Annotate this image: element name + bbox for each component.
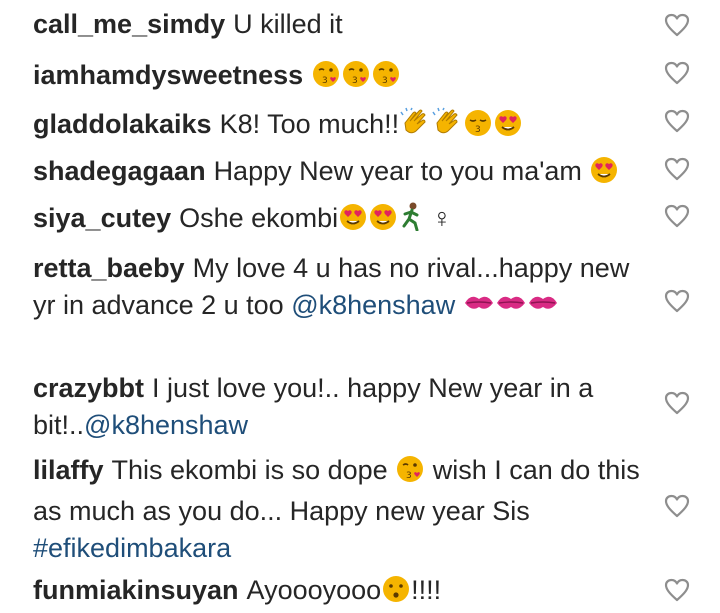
kiss-mark-emoji <box>463 288 495 328</box>
heart-outline-icon[interactable] <box>664 391 690 415</box>
heart-eyes-emoji <box>493 107 523 147</box>
heart-eyes-emoji <box>589 154 619 194</box>
heart-eyes-emoji <box>338 201 368 241</box>
heart-outline-icon[interactable] <box>664 13 690 37</box>
emoji-group <box>463 290 559 320</box>
comment-text: Oshe ekombi <box>179 203 339 233</box>
svg-text:3: 3 <box>322 76 328 86</box>
heart-eyes-emoji <box>368 201 398 241</box>
comment-username[interactable]: shadegagaan <box>33 156 206 186</box>
comment-username[interactable]: lilaffy <box>33 455 104 485</box>
emoji-group <box>338 202 424 233</box>
comment-suffix: !!!! <box>411 575 442 605</box>
emoji-group <box>589 156 619 186</box>
heart-outline-icon[interactable] <box>664 204 690 228</box>
heart-outline-icon[interactable] <box>664 157 690 181</box>
comment-username[interactable]: funmiakinsuyan <box>33 575 239 605</box>
comments-list: call_me_simdy U killed it iamhamdysweetne… <box>0 0 720 613</box>
clap-emoji <box>399 107 431 147</box>
emoji-group: 3 3 3 <box>311 60 401 90</box>
comment-text: Happy New year to you ma'am <box>213 156 582 186</box>
mention-link[interactable]: @k8henshaw <box>291 290 455 320</box>
comment-username[interactable]: retta_baeby <box>33 253 185 283</box>
svg-text:3: 3 <box>406 471 412 481</box>
kiss-face-emoji: 3 <box>311 58 341 98</box>
heart-outline-icon[interactable] <box>664 578 690 602</box>
comment-text: Ayoooyooo <box>246 575 382 605</box>
comment-username[interactable]: crazybbt <box>33 373 144 403</box>
kiss-face-emoji: 3 <box>395 453 425 493</box>
comment-row: retta_baeby My love 4 u has no rival...ha… <box>33 250 643 328</box>
heart-outline-icon[interactable] <box>664 109 690 133</box>
heart-outline-icon[interactable] <box>664 61 690 85</box>
kiss-mark-emoji <box>527 288 559 328</box>
hashtag-link[interactable]: #efikedimbakara <box>33 533 231 563</box>
kiss-face-closed-emoji: 3 <box>463 107 493 147</box>
clap-emoji <box>431 107 463 147</box>
comment-row: funmiakinsuyan Ayoooyooo!!!! <box>33 572 633 613</box>
comment-username[interactable]: iamhamdysweetness <box>33 60 303 90</box>
comment-text: This ekombi is so dope <box>111 455 388 485</box>
comment-row: crazybbt I just love you!.. happy New yea… <box>33 370 643 444</box>
kiss-face-emoji: 3 <box>371 58 401 98</box>
comment-row: call_me_simdy U killed it <box>33 6 633 43</box>
heart-outline-icon[interactable] <box>664 494 690 518</box>
female-sign: ♀ <box>431 203 452 233</box>
comment-username[interactable]: siya_cutey <box>33 203 171 233</box>
emoji-group <box>381 575 411 605</box>
comment-username[interactable]: call_me_simdy <box>33 9 225 39</box>
comment-text: U killed it <box>233 9 343 39</box>
hushed-emoji <box>381 573 411 613</box>
comment-row: shadegagaan Happy New year to you ma'am <box>33 153 633 194</box>
kiss-mark-emoji <box>495 288 527 328</box>
svg-text:3: 3 <box>352 76 358 86</box>
comment-row: lilaffy This ekombi is so dope 3 wish I c… <box>33 452 643 567</box>
kiss-face-emoji: 3 <box>341 58 371 98</box>
comment-row: iamhamdysweetness 3 3 3 <box>33 57 633 98</box>
comment-row: siya_cutey Oshe ekombi ♀ <box>33 200 633 241</box>
comment-text: K8! Too much!! <box>219 109 400 139</box>
runner-emoji <box>398 201 424 241</box>
comment-username[interactable]: gladdolakaiks <box>33 109 212 139</box>
mention-link[interactable]: @k8henshaw <box>84 410 248 440</box>
heart-outline-icon[interactable] <box>664 289 690 313</box>
emoji-group: 3 <box>399 107 523 139</box>
svg-text:3: 3 <box>382 76 388 86</box>
emoji-group: 3 <box>395 455 425 485</box>
comment-row: gladdolakaiks K8! Too much!! 3 <box>33 106 633 147</box>
svg-text:3: 3 <box>475 125 481 135</box>
